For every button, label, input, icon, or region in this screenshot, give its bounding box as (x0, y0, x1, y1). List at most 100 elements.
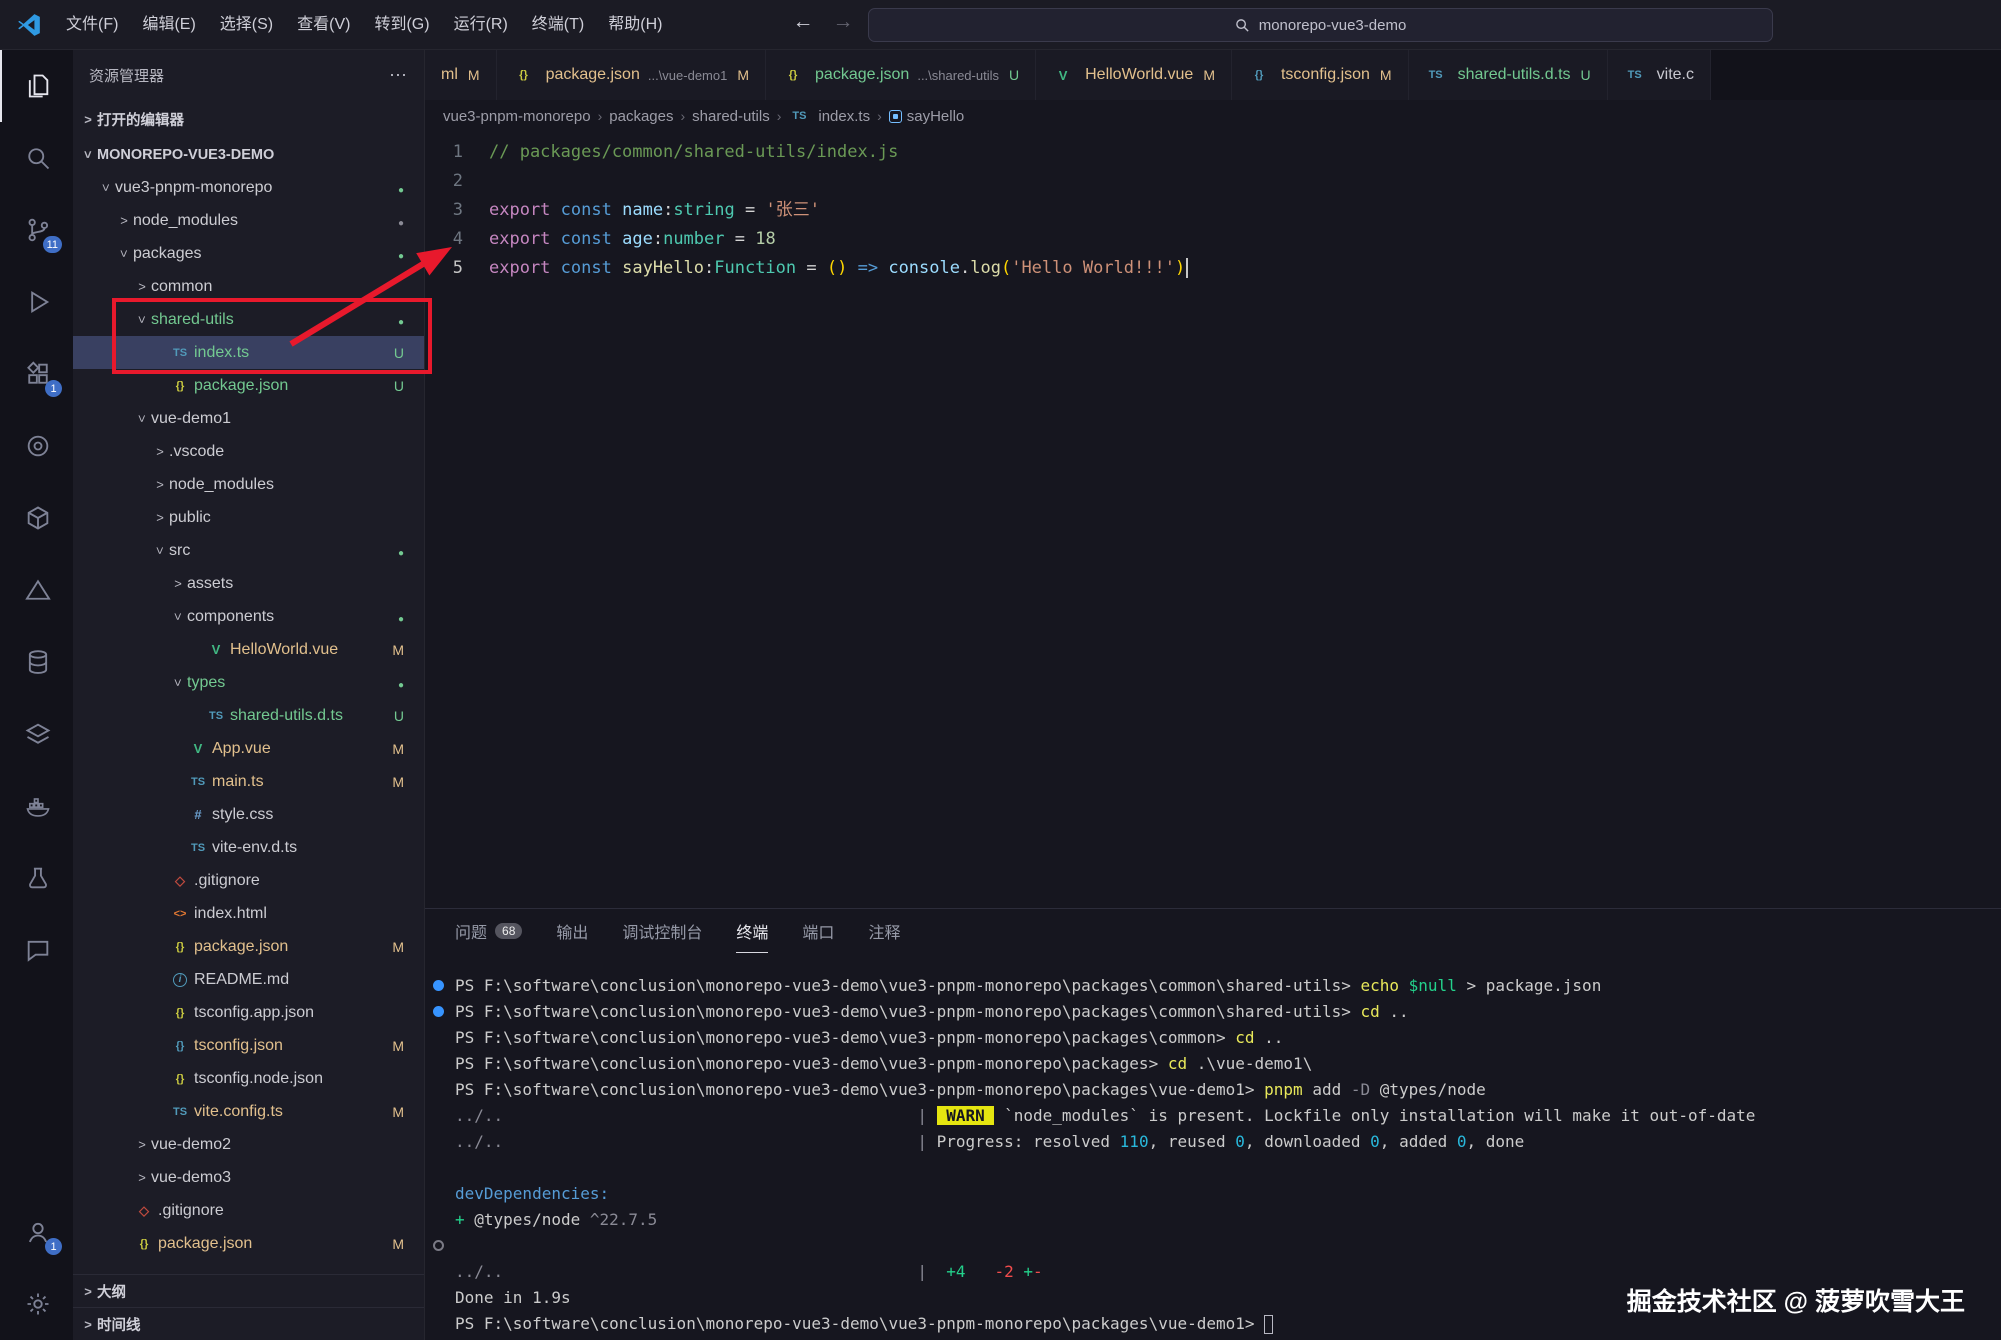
tree-item-helloworld-vue[interactable]: VHelloWorld.vueM (73, 633, 424, 666)
tree-item-node-modules[interactable]: >node_modules (73, 468, 424, 501)
breadcrumb-item-vue3-pnpm-monorepo[interactable]: vue3-pnpm-monorepo (443, 108, 591, 125)
activity-runner[interactable] (0, 554, 73, 626)
activity-comments[interactable] (0, 914, 73, 986)
tree-item-tsconfig-node-json[interactable]: {}tsconfig.node.json (73, 1062, 424, 1095)
tree-item-index-html[interactable]: <>index.html (73, 897, 424, 930)
tree-item-label: package.json (158, 1235, 252, 1253)
menu-item[interactable]: 查看(V) (285, 8, 362, 42)
activity-source-control[interactable]: 11 (0, 194, 73, 266)
chevron-right-icon: > (151, 477, 169, 492)
timeline-section[interactable]: > 时间线 (73, 1307, 424, 1340)
activity-testing[interactable] (0, 842, 73, 914)
breadcrumb-item-index-ts[interactable]: TSindex.ts (788, 108, 870, 125)
tree-item-main-ts[interactable]: TSmain.tsM (73, 765, 424, 798)
git-status-letter: M (392, 1038, 404, 1054)
tree-item-public[interactable]: >public (73, 501, 424, 534)
tree-item-vue3-pnpm-monorepo[interactable]: >vue3-pnpm-monorepo● (73, 171, 424, 204)
menu-item[interactable]: 帮助(H) (596, 8, 674, 42)
menu-item[interactable]: 运行(R) (442, 8, 520, 42)
panel-tab-问题[interactable]: 问题68 (455, 909, 522, 953)
tree-item-components[interactable]: >components● (73, 600, 424, 633)
tab-description: ...\vue-demo1 (648, 68, 728, 83)
back-button[interactable]: ← (788, 10, 818, 34)
command-center-search[interactable]: monorepo-vue3-demo (868, 8, 1773, 42)
editor-tab-package-json[interactable]: {}package.json...\vue-demo1M (497, 50, 766, 100)
activity-settings[interactable] (0, 1268, 73, 1340)
activity-database[interactable] (0, 626, 73, 698)
tree-item-src[interactable]: >src● (73, 534, 424, 567)
panel-tab-输出[interactable]: 输出 (556, 909, 588, 953)
activity-package-manager[interactable] (0, 482, 73, 554)
tree-item-style-css[interactable]: #style.css (73, 798, 424, 831)
tree-item-readme-md[interactable]: iREADME.md (73, 963, 424, 996)
open-editors-section[interactable]: > 打开的编辑器 (73, 100, 424, 138)
tree-item-app-vue[interactable]: VApp.vueM (73, 732, 424, 765)
chevron-down-icon: > (153, 542, 168, 560)
menu-item[interactable]: 文件(F) (54, 8, 130, 42)
editor-tab-tsconfig-json[interactable]: {}tsconfig.jsonM (1232, 50, 1409, 100)
tree-item-vue-demo2[interactable]: >vue-demo2 (73, 1128, 424, 1161)
activity-docker[interactable] (0, 770, 73, 842)
activity-search[interactable] (0, 122, 73, 194)
editor-tab-helloworld-vue[interactable]: VHelloWorld.vueM (1036, 50, 1232, 100)
activity-ai-assistant[interactable] (0, 410, 73, 482)
breadcrumb-item-packages[interactable]: packages (609, 108, 673, 125)
terminal-line: PS F:\software\conclusion\monorepo-vue3-… (425, 1051, 2001, 1077)
activity-account[interactable]: 1 (0, 1196, 73, 1268)
tree-item-shared-utils[interactable]: >shared-utils● (73, 303, 424, 336)
extensions-badge: 1 (45, 380, 62, 397)
ts-file-icon: TS (187, 776, 209, 788)
menu-item[interactable]: 转到(G) (362, 8, 441, 42)
workspace-section[interactable]: > MONOREPO-VUE3-DEMO (73, 138, 424, 171)
code-line: 5export const sayHello:Function = () => … (425, 254, 2001, 283)
panel-tab-终端[interactable]: 终端 (736, 909, 768, 953)
code-editor[interactable]: 1// packages/common/shared-utils/index.j… (425, 132, 2001, 908)
tree-item-shared-utils-d-ts[interactable]: TSshared-utils.d.tsU (73, 699, 424, 732)
panel-tab-端口[interactable]: 端口 (802, 909, 834, 953)
tree-item-types[interactable]: >types● (73, 666, 424, 699)
editor-tab-ml[interactable]: mlM (425, 50, 497, 100)
editor-tab-shared-utils-d-ts[interactable]: TSshared-utils.d.tsU (1409, 50, 1608, 100)
panel-tab-调试控制台[interactable]: 调试控制台 (622, 909, 702, 953)
tree-item-vite-env-d-ts[interactable]: TSvite-env.d.ts (73, 831, 424, 864)
git-modified-dot: ● (398, 317, 404, 328)
more-actions-icon[interactable]: ⋯ (389, 65, 408, 86)
chevron-right-icon: > (79, 1284, 97, 1299)
panel-tab-注释[interactable]: 注释 (868, 909, 900, 953)
tree-item-index-ts[interactable]: TSindex.tsU (73, 336, 424, 369)
tree-item-package-json[interactable]: {}package.jsonM (73, 930, 424, 963)
activity-extensions[interactable]: 1 (0, 338, 73, 410)
outline-section[interactable]: > 大纲 (73, 1274, 424, 1307)
tree-item-tsconfig-json[interactable]: {}tsconfig.jsonM (73, 1029, 424, 1062)
activity-run-debug[interactable] (0, 266, 73, 338)
tree-item-common[interactable]: >common (73, 270, 424, 303)
tree-item-packages[interactable]: >packages● (73, 237, 424, 270)
editor-tab-vite-c[interactable]: TSvite.c (1608, 50, 1711, 100)
tree-item-gitignore[interactable]: ◇.gitignore (73, 864, 424, 897)
git-modified-dot: ● (398, 548, 404, 559)
menu-item[interactable]: 选择(S) (208, 8, 285, 42)
tree-item-tsconfig-app-json[interactable]: {}tsconfig.app.json (73, 996, 424, 1029)
tree-item-package-json[interactable]: {}package.jsonU (73, 369, 424, 402)
breadcrumb-item-sayhello[interactable]: sayHello (889, 108, 965, 125)
activity-explorer[interactable] (0, 50, 73, 122)
tree-item-vue-demo3[interactable]: >vue-demo3 (73, 1161, 424, 1194)
menu-item[interactable]: 编辑(E) (130, 8, 207, 42)
tree-item-package-json[interactable]: {}package.jsonM (73, 1227, 424, 1260)
tree-item-vue-demo1[interactable]: >vue-demo1 (73, 402, 424, 435)
line-number: 2 (425, 167, 489, 196)
scm-badge: 11 (43, 236, 62, 253)
tree-item-node-modules[interactable]: >node_modules● (73, 204, 424, 237)
forward-button[interactable]: → (828, 10, 858, 34)
tree-item-label: packages (133, 245, 202, 263)
editor-tab-package-json[interactable]: {}package.json...\shared-utilsU (766, 50, 1036, 100)
tree-item-assets[interactable]: >assets (73, 567, 424, 600)
tree-item-vite-config-ts[interactable]: TSvite.config.tsM (73, 1095, 424, 1128)
layers-icon (24, 720, 52, 748)
tree-item-label: common (151, 278, 212, 296)
menu-item[interactable]: 终端(T) (520, 8, 596, 42)
tree-item-gitignore[interactable]: ◇.gitignore (73, 1194, 424, 1227)
activity-layers[interactable] (0, 698, 73, 770)
tree-item-vscode[interactable]: >.vscode (73, 435, 424, 468)
breadcrumb-item-shared-utils[interactable]: shared-utils (692, 108, 770, 125)
